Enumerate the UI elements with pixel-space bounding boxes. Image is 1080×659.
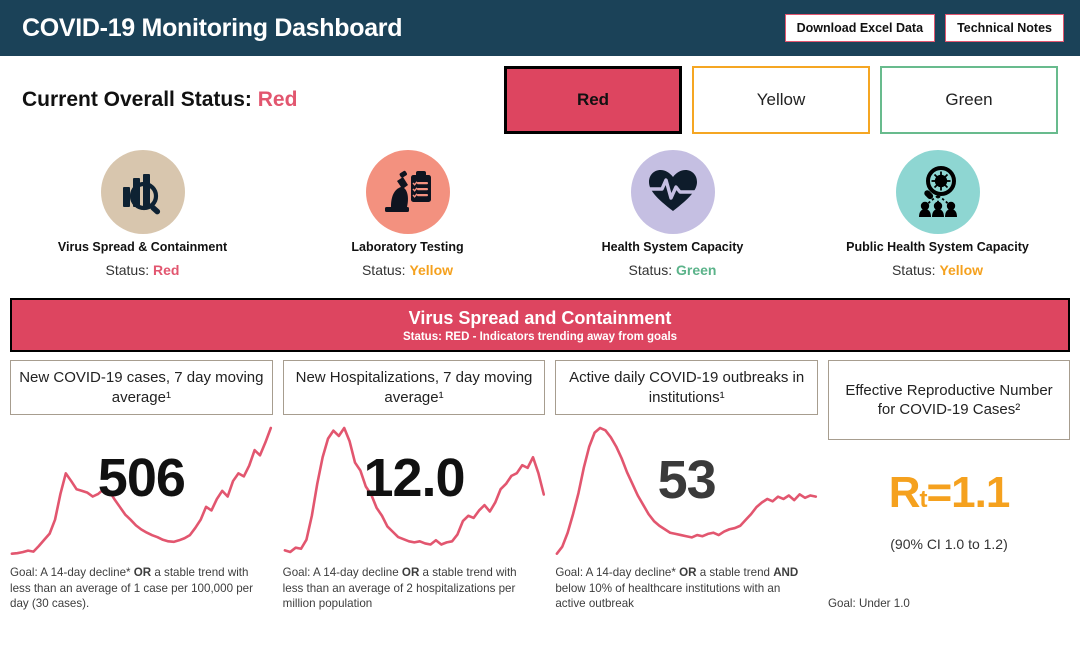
goal-prefix: Goal: A 14-day decline — [282, 566, 402, 580]
sparkline-svg — [283, 419, 546, 565]
category-virus-spread[interactable]: Virus Spread & Containment Status: Red — [10, 150, 275, 294]
card-title: New Hospitalizations, 7 day moving avera… — [282, 360, 546, 415]
banner-title: Virus Spread and Containment — [408, 307, 672, 328]
goal-bold-2: AND — [773, 566, 799, 580]
technical-notes-button[interactable]: Technical Notes — [945, 14, 1064, 42]
category-status: Status: Yellow — [362, 262, 453, 278]
overall-status-value: Red — [257, 88, 298, 111]
category-public-health-system-capacity[interactable]: Public Health System Capacity Status: Ye… — [805, 150, 1070, 294]
category-label: Public Health System Capacity — [846, 240, 1029, 254]
sparkline-new-cases: 506 — [10, 419, 273, 565]
category-laboratory-testing[interactable]: Laboratory Testing Status: Yellow — [275, 150, 540, 294]
category-status-prefix: Status: — [361, 262, 410, 278]
metric-card-hospitalizations: New Hospitalizations, 7 day moving avera… — [282, 360, 546, 612]
category-label: Laboratory Testing — [351, 240, 464, 254]
heart-pulse-icon — [630, 150, 715, 234]
goal-prefix: Goal: A 14-day decline* — [10, 566, 134, 580]
rt-number: 1.1 — [951, 468, 1010, 517]
overall-status-row: Current Overall Status: Red Red Yellow G… — [0, 56, 1080, 144]
legend-green[interactable]: Green — [880, 66, 1058, 134]
card-title: Active daily COVID-19 outbreaks in insti… — [555, 360, 819, 415]
metric-card-new-cases: New COVID-19 cases, 7 day moving average… — [10, 360, 273, 612]
section-banner: Virus Spread and Containment Status: RED… — [10, 298, 1070, 352]
sparkline-svg — [10, 419, 273, 565]
category-status: Status: Green — [629, 262, 717, 278]
rt-label: R — [888, 468, 921, 517]
goal-text: Goal: Under 1.0 — [828, 597, 910, 611]
virus-magnifier-people-icon — [895, 150, 980, 234]
microscope-clipboard-icon — [365, 150, 450, 234]
banner-subtitle: Status: RED - Indicators trending away f… — [402, 330, 678, 343]
metric-cards: New COVID-19 cases, 7 day moving average… — [0, 352, 1080, 612]
category-health-system-capacity[interactable]: Health System Capacity Status: Green — [540, 150, 805, 294]
status-badge: Yellow — [409, 262, 454, 278]
category-status-prefix: Status: — [891, 262, 940, 278]
legend-red[interactable]: Red — [504, 66, 682, 134]
category-row: Virus Spread & Containment Status: Red L… — [0, 144, 1080, 294]
app-header: COVID-19 Monitoring Dashboard Download E… — [0, 0, 1080, 56]
goal-bold: OR — [679, 566, 697, 580]
goal-bold: OR — [401, 566, 420, 580]
rt-confidence-interval: (90% CI 1.0 to 1.2) — [890, 536, 1008, 552]
goal-suffix: a stable trend — [696, 566, 774, 580]
status-badge: Red — [153, 262, 180, 278]
overall-status-label: Current Overall Status: — [22, 88, 258, 111]
goal-prefix: Goal: A 14-day decline* — [555, 566, 680, 580]
sparkline-hospitalizations: 12.0 — [283, 419, 546, 565]
goal-text: Goal: A 14-day decline OR a stable trend… — [283, 565, 546, 612]
page-title: COVID-19 Monitoring Dashboard — [22, 13, 403, 42]
status-badge: Yellow — [939, 262, 984, 278]
overall-status-text: Current Overall Status: Red — [22, 88, 504, 112]
card-title: New COVID-19 cases, 7 day moving average… — [10, 360, 273, 415]
goal-text: Goal: A 14-day decline* OR a stable tren… — [10, 565, 273, 612]
metric-card-rt: Effective Reproductive Number for COVID-… — [828, 360, 1071, 612]
card-title: Effective Reproductive Number for COVID-… — [828, 360, 1071, 440]
metric-card-outbreaks: Active daily COVID-19 outbreaks in insti… — [555, 360, 819, 612]
category-status: Status: Yellow — [892, 262, 983, 278]
category-label: Health System Capacity — [601, 240, 744, 254]
goal-text: Goal: A 14-day decline* OR a stable tren… — [555, 565, 818, 612]
rt-display: Rt=1.1 (90% CI 1.0 to 1.2) — [828, 440, 1070, 582]
category-status: Status: Red — [106, 262, 180, 278]
goal-bold: OR — [133, 566, 152, 580]
download-excel-button[interactable]: Download Excel Data — [784, 14, 936, 42]
legend-yellow[interactable]: Yellow — [692, 66, 870, 134]
goal-suffix-2: below 10% of healthcare institutions wit… — [555, 581, 781, 611]
rt-value: Rt=1.1 — [888, 468, 1011, 518]
sparkline-outbreaks: 53 — [555, 419, 818, 565]
category-label: Virus Spread & Containment — [57, 240, 228, 254]
rt-equals: = — [926, 468, 952, 517]
category-status-prefix: Status: — [628, 262, 676, 278]
status-badge: Green — [676, 262, 717, 278]
category-status-prefix: Status: — [105, 262, 153, 278]
status-legend: Red Yellow Green — [504, 66, 1058, 134]
bar-chart-magnifier-icon — [100, 150, 185, 234]
sparkline-svg — [555, 419, 818, 565]
